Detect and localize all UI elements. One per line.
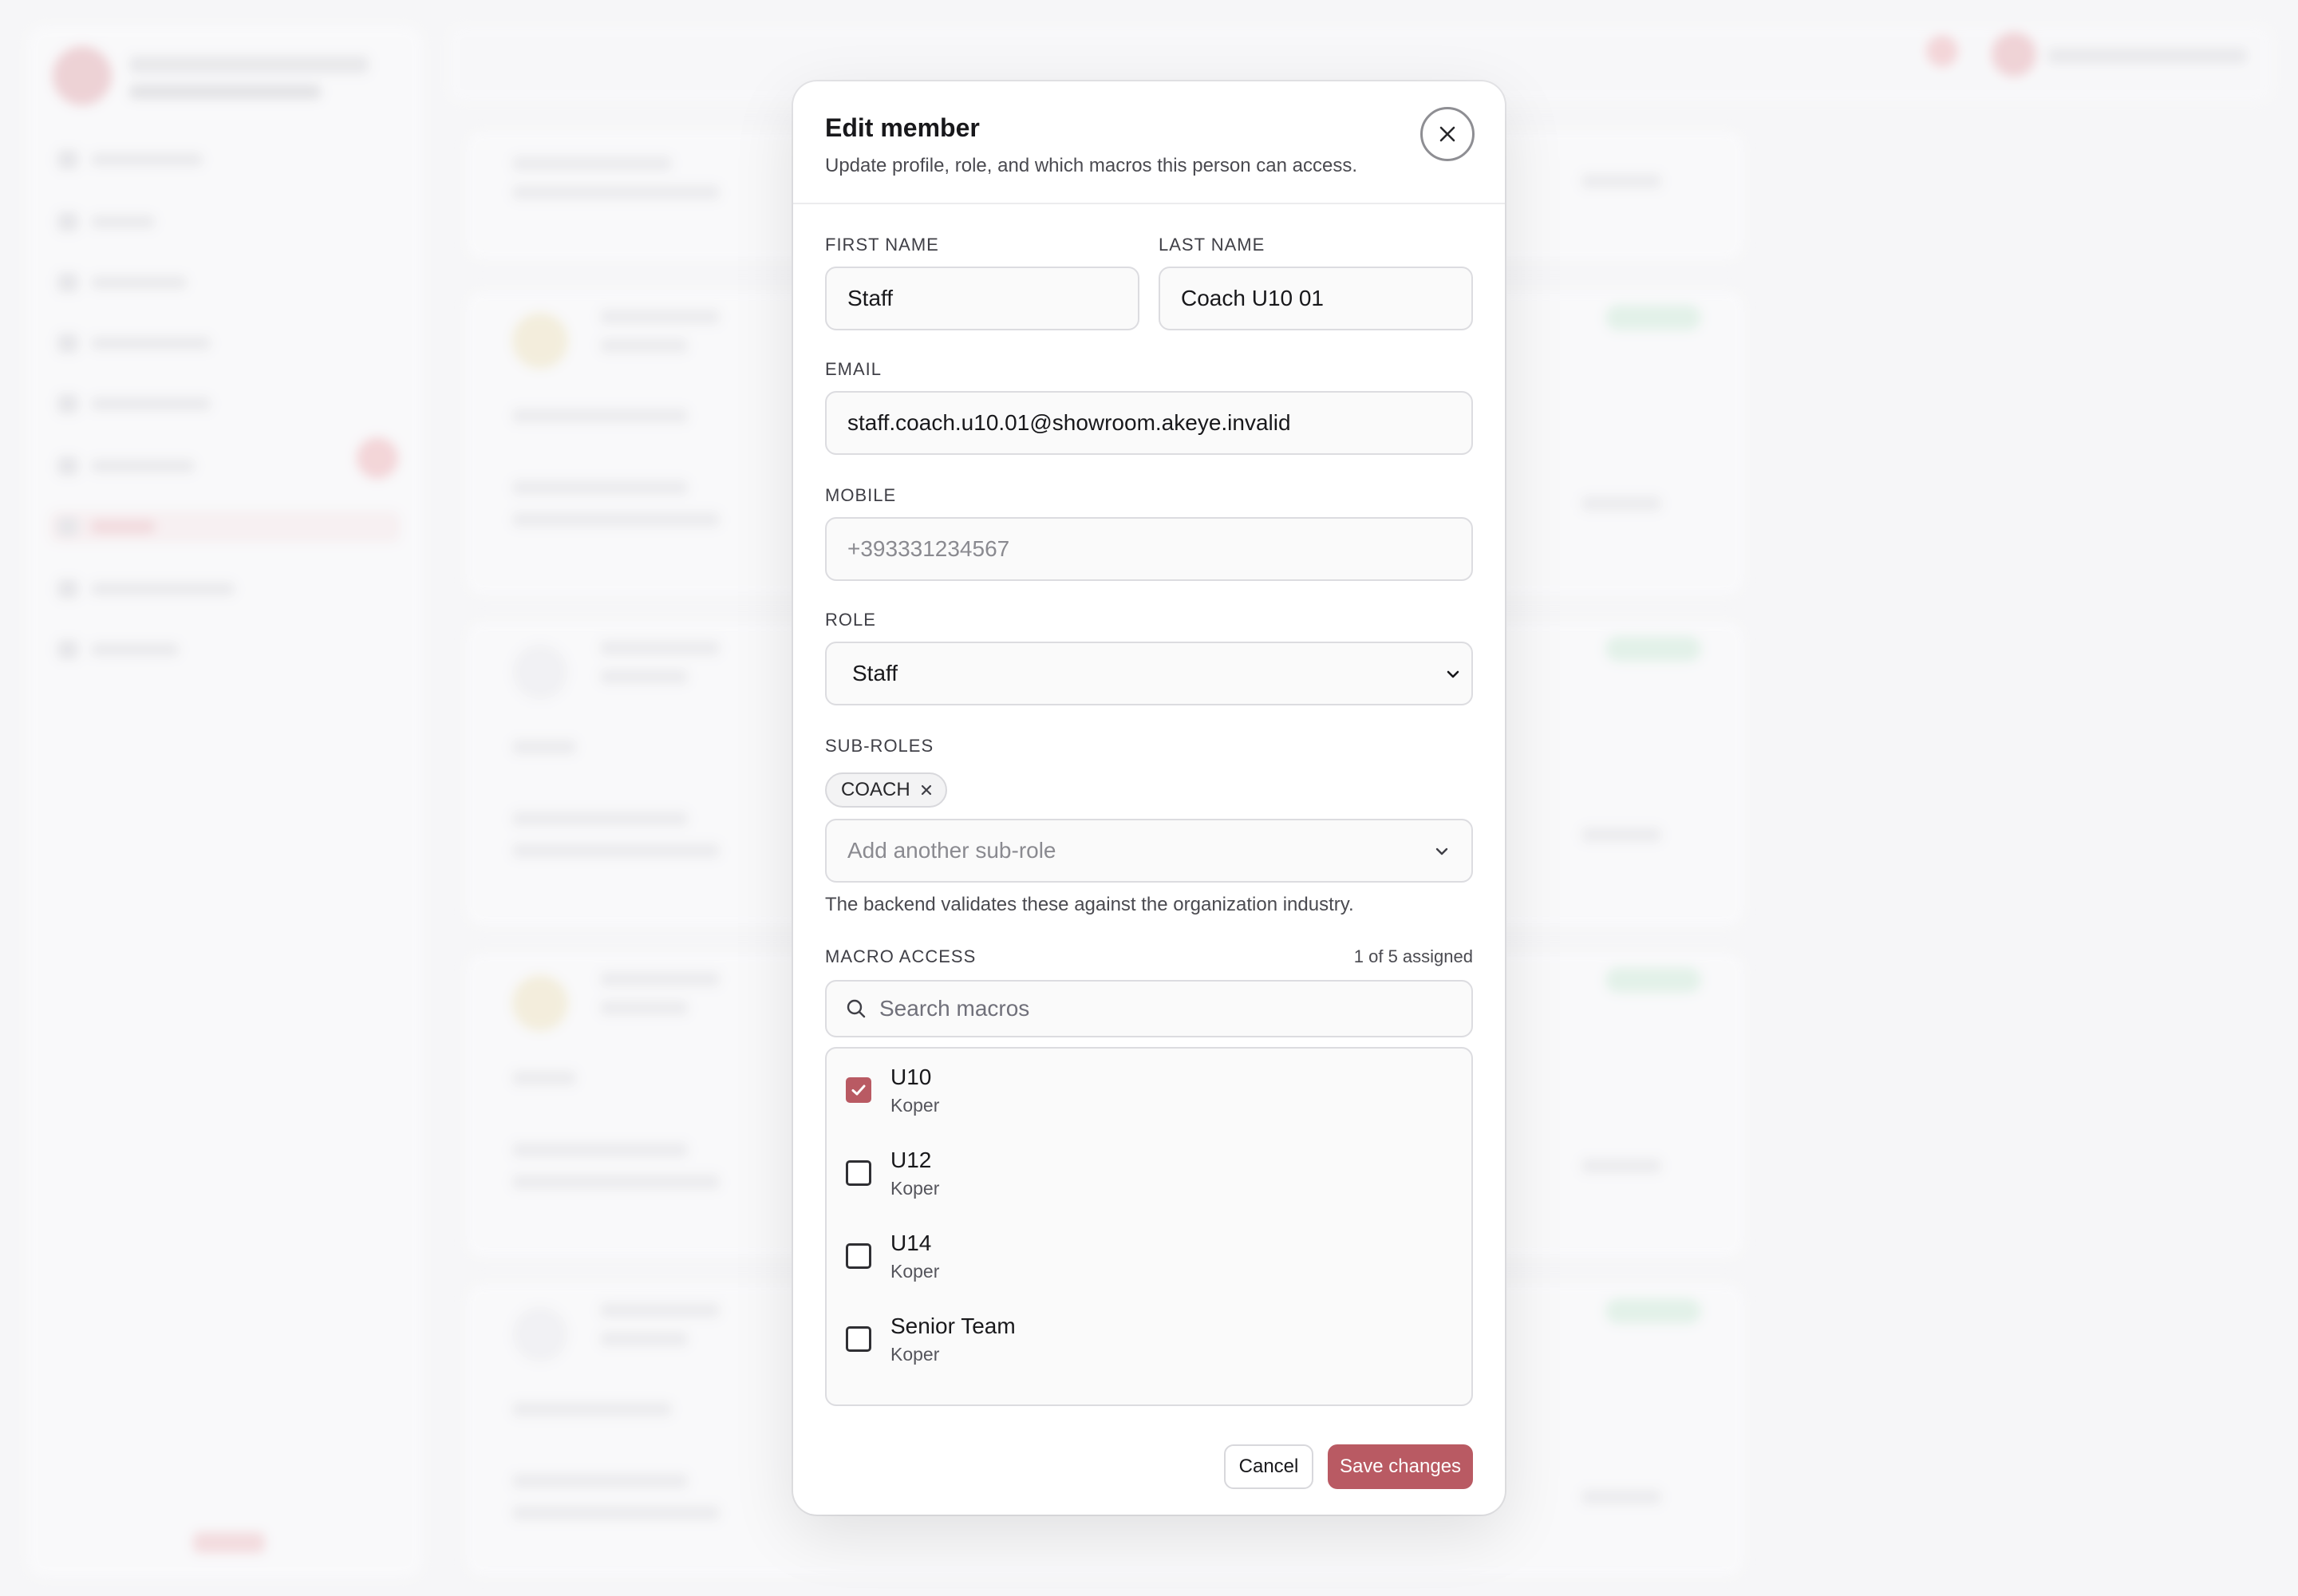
add-sub-role-placeholder: Add another sub-role: [847, 838, 1056, 863]
mobile-input[interactable]: +393331234567: [825, 517, 1473, 581]
role-value: Staff: [852, 661, 898, 685]
macro-checkbox[interactable]: [846, 1160, 871, 1186]
macro-search-placeholder: Search macros: [879, 996, 1030, 1021]
search-icon: [846, 998, 867, 1019]
chevron-down-icon: [1435, 847, 1448, 855]
macro-name: U12: [890, 1148, 932, 1172]
sub-role-chip-label: COACH: [841, 779, 910, 800]
mobile-placeholder: +393331234567: [847, 536, 1010, 561]
cancel-button[interactable]: Cancel: [1224, 1444, 1313, 1489]
mobile-label: MOBILE: [825, 485, 897, 505]
last-name-label: LAST NAME: [1159, 235, 1265, 255]
last-name-value: Coach U10 01: [1181, 286, 1325, 310]
remove-chip-icon[interactable]: [918, 782, 934, 798]
sub-roles-label: SUB-ROLES: [825, 736, 934, 756]
sub-role-chip: COACH: [825, 772, 947, 808]
close-button[interactable]: [1420, 107, 1475, 161]
add-sub-role-select[interactable]: Add another sub-role: [825, 819, 1473, 883]
role-label: ROLE: [825, 610, 876, 630]
first-name-label: FIRST NAME: [825, 235, 939, 255]
macro-name: U10: [890, 1065, 932, 1089]
first-name-input[interactable]: Staff: [825, 267, 1139, 330]
macro-checkbox[interactable]: [846, 1326, 871, 1352]
macro-name: Senior Team: [890, 1314, 1016, 1338]
macro-checkbox-checked[interactable]: [846, 1077, 871, 1103]
dialog-subtitle: Update profile, role, and which macros t…: [825, 155, 1357, 176]
dialog-header: Edit member Update profile, role, and wh…: [793, 81, 1505, 204]
first-name-value: Staff: [847, 286, 894, 310]
chevron-down-icon: [1447, 670, 1459, 678]
macro-location: Koper: [890, 1095, 940, 1116]
macro-item[interactable]: Senior Team Koper: [827, 1298, 1471, 1381]
macro-name: U14: [890, 1231, 932, 1255]
macro-search-input[interactable]: Search macros: [825, 980, 1473, 1037]
macro-access-label: MACRO ACCESS: [825, 946, 977, 966]
macro-checkbox[interactable]: [846, 1243, 871, 1269]
role-select[interactable]: Staff: [825, 642, 1473, 705]
macro-location: Koper: [890, 1261, 940, 1282]
last-name-input[interactable]: Coach U10 01: [1159, 267, 1473, 330]
macro-location: Koper: [890, 1344, 940, 1365]
check-icon: [851, 1084, 866, 1096]
dialog-title: Edit member: [825, 113, 980, 142]
sub-roles-hint: The backend validates these against the …: [825, 894, 1354, 915]
email-input[interactable]: staff.coach.u10.01@showroom.akeye.invali…: [825, 391, 1473, 455]
macro-location: Koper: [890, 1178, 940, 1199]
edit-member-dialog: Edit member Update profile, role, and wh…: [793, 81, 1505, 1515]
email-label: EMAIL: [825, 359, 882, 379]
macro-item[interactable]: U12 Koper: [827, 1132, 1471, 1215]
macro-assigned-count: 1 of 5 assigned: [1353, 946, 1473, 966]
macro-list[interactable]: U10 Koper U12 Koper U14 Koper Senior Tea…: [825, 1047, 1473, 1406]
save-changes-button[interactable]: Save changes: [1328, 1444, 1473, 1489]
macro-item[interactable]: U10 Koper: [827, 1049, 1471, 1132]
email-value: staff.coach.u10.01@showroom.akeye.invali…: [847, 410, 1291, 435]
close-icon: [1439, 126, 1455, 142]
macro-item[interactable]: U14 Koper: [827, 1215, 1471, 1298]
